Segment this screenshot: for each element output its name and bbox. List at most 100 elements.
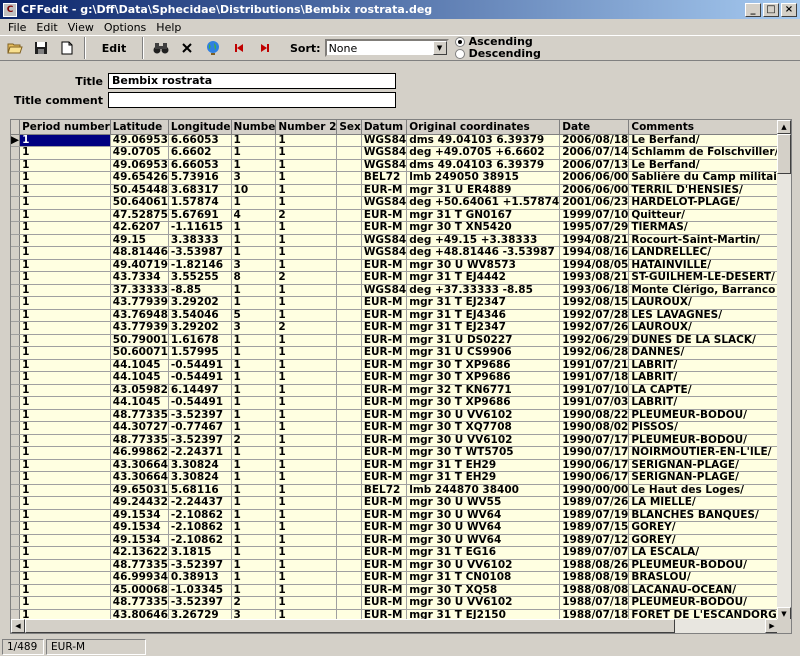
cell-comments[interactable]: LABRIT/ (628, 396, 779, 410)
chevron-down-icon[interactable]: ▼ (432, 41, 447, 55)
row-indicator[interactable] (11, 496, 21, 510)
cell-number[interactable]: 4 (231, 209, 277, 222)
cell-latitude[interactable]: 43.76948 (110, 309, 169, 322)
cell-comments[interactable]: ST-GUILHEM-LE-DESERT/ (628, 271, 779, 285)
cell-datum[interactable]: WGS84 (361, 146, 408, 160)
cell-latitude[interactable]: 45.00068 (110, 584, 169, 597)
cell-period[interactable]: 1 (19, 509, 111, 522)
row-indicator[interactable] (11, 271, 21, 285)
cell-comments[interactable]: GOREY/ (628, 521, 779, 535)
cell-number2[interactable]: 1 (275, 296, 338, 310)
cell-date[interactable]: 1991/07/21 (559, 359, 630, 372)
cell-longitude[interactable]: 1.57874 (168, 196, 232, 210)
cell-original-coordinates[interactable]: mgr 30 T XP9686 (406, 371, 561, 385)
cell-period[interactable]: 1 (19, 409, 111, 422)
cell-sex[interactable] (336, 496, 362, 510)
cell-original-coordinates[interactable]: mgr 31 T EG16 (406, 546, 561, 560)
cell-date[interactable]: 1990/07/17 (559, 434, 630, 447)
cell-period[interactable]: 1 (19, 234, 111, 247)
column-header[interactable]: Longitude (168, 120, 232, 135)
cell-longitude[interactable]: 3.68317 (168, 184, 232, 197)
cell-original-coordinates[interactable]: mgr 31 U CS9906 (406, 346, 561, 360)
cell-period[interactable]: 1 (19, 221, 111, 235)
cell-latitude[interactable]: 46.99934 (110, 571, 169, 585)
cell-period[interactable]: 1 (19, 334, 111, 347)
cell-number[interactable]: 1 (231, 459, 277, 472)
cell-datum[interactable]: WGS84 (361, 134, 408, 147)
cell-comments[interactable]: NOIRMOUTIER-EN-L'ILE/ (628, 446, 779, 460)
cell-number[interactable]: 1 (231, 196, 277, 210)
row-indicator[interactable] (11, 196, 21, 210)
cell-longitude[interactable]: -2.10862 (168, 509, 232, 522)
cell-date[interactable]: 1990/00/00 (559, 484, 630, 497)
cell-latitude[interactable]: 48.77335 (110, 434, 169, 447)
row-indicator[interactable] (11, 221, 21, 235)
cell-number[interactable]: 1 (231, 471, 277, 485)
cell-comments[interactable]: Le Berfand/ (628, 159, 779, 172)
cell-sex[interactable] (336, 396, 362, 410)
cell-latitude[interactable]: 49.1534 (110, 509, 169, 522)
cell-sex[interactable] (336, 446, 362, 460)
column-header[interactable]: Numbe (231, 120, 277, 135)
scroll-up-icon[interactable]: ▲ (777, 120, 791, 134)
cell-latitude[interactable]: 49.65031 (110, 484, 169, 497)
cell-original-coordinates[interactable]: mgr 31 T EJ2347 (406, 321, 561, 335)
cell-longitude[interactable]: 6.66053 (168, 159, 232, 172)
cell-longitude[interactable]: -2.24437 (168, 496, 232, 510)
cell-date[interactable]: 2001/06/23 (559, 196, 630, 210)
cell-datum[interactable]: EUR-M (361, 221, 408, 235)
cell-sex[interactable] (336, 459, 362, 472)
cell-latitude[interactable]: 43.77939 (110, 321, 169, 335)
cell-comments[interactable]: GOREY/ (628, 534, 779, 547)
cell-number2[interactable]: 1 (275, 434, 338, 447)
table-row[interactable]: 1 42.13622 3.1815 1 1 EUR-M mgr 31 T EG16 1989/… (11, 546, 779, 560)
cell-datum[interactable]: EUR-M (361, 384, 408, 397)
cell-period[interactable]: 1 (19, 596, 111, 610)
cell-period[interactable]: 1 (19, 246, 111, 260)
cell-sex[interactable] (336, 134, 362, 147)
row-indicator[interactable] (11, 209, 21, 222)
cell-datum[interactable]: EUR-M (361, 371, 408, 385)
cell-comments[interactable]: BLANCHES BANQUES/ (628, 509, 779, 522)
maximize-button[interactable]: □ (763, 2, 779, 17)
cell-original-coordinates[interactable]: deg +49.15 +3.38333 (406, 234, 561, 247)
last-record-button[interactable] (252, 37, 277, 59)
table-row[interactable]: 1 49.24432 -2.24437 1 1 EUR-M mgr 30 U WV55 198… (11, 496, 779, 510)
cell-comments[interactable]: PLEUMEUR-BODOU/ (628, 596, 779, 610)
column-header[interactable]: Date (559, 120, 630, 135)
cell-latitude[interactable]: 37.33333 (110, 284, 169, 297)
cell-comments[interactable]: Schlamm de Folschviller/ (628, 146, 779, 160)
cell-latitude[interactable]: 49.06953 (110, 159, 169, 172)
cell-number[interactable]: 1 (231, 234, 277, 247)
cell-sex[interactable] (336, 534, 362, 547)
cell-date[interactable]: 1988/08/08 (559, 584, 630, 597)
table-row[interactable]: 1 49.15 3.38333 1 1 WGS84 deg +49.15 +3.38333 1… (11, 234, 779, 247)
row-indicator[interactable] (11, 459, 21, 472)
cell-sex[interactable] (336, 334, 362, 347)
cell-datum[interactable]: EUR-M (361, 184, 408, 197)
cell-comments[interactable]: Rocourt-Saint-Martin/ (628, 234, 779, 247)
cell-number2[interactable]: 1 (275, 571, 338, 585)
cell-latitude[interactable]: 43.77939 (110, 296, 169, 310)
table-row[interactable]: 1 43.30664 3.30824 1 1 EUR-M mgr 31 T EH29 1990… (11, 471, 779, 485)
cell-period[interactable]: 1 (19, 496, 111, 510)
cell-date[interactable]: 1989/07/26 (559, 496, 630, 510)
cell-period[interactable]: 1 (19, 284, 111, 297)
table-row[interactable]: 1 49.1534 -2.10862 1 1 EUR-M mgr 30 U WV64 1989… (11, 521, 779, 535)
cell-original-coordinates[interactable]: mgr 31 T GN0167 (406, 209, 561, 222)
table-row[interactable]: 1 49.0705 6.6602 1 1 WGS84 deg +49.0705 +6.660… (11, 146, 779, 160)
title-input[interactable]: Bembix rostrata (108, 73, 396, 89)
cell-period[interactable]: 1 (19, 196, 111, 210)
cell-sex[interactable] (336, 584, 362, 597)
row-indicator[interactable] (11, 534, 21, 547)
cell-longitude[interactable]: 3.29202 (168, 296, 232, 310)
cell-original-coordinates[interactable]: mgr 31 T CN0108 (406, 571, 561, 585)
cell-datum[interactable]: EUR-M (361, 559, 408, 572)
cell-number2[interactable]: 1 (275, 234, 338, 247)
cell-longitude[interactable]: 6.6602 (168, 146, 232, 160)
cell-longitude[interactable]: -1.11615 (168, 221, 232, 235)
cell-date[interactable]: 1993/08/21 (559, 271, 630, 285)
cell-sex[interactable] (336, 559, 362, 572)
cell-comments[interactable]: HATAINVILLE/ (628, 259, 779, 272)
cell-date[interactable]: 1992/08/15 (559, 296, 630, 310)
